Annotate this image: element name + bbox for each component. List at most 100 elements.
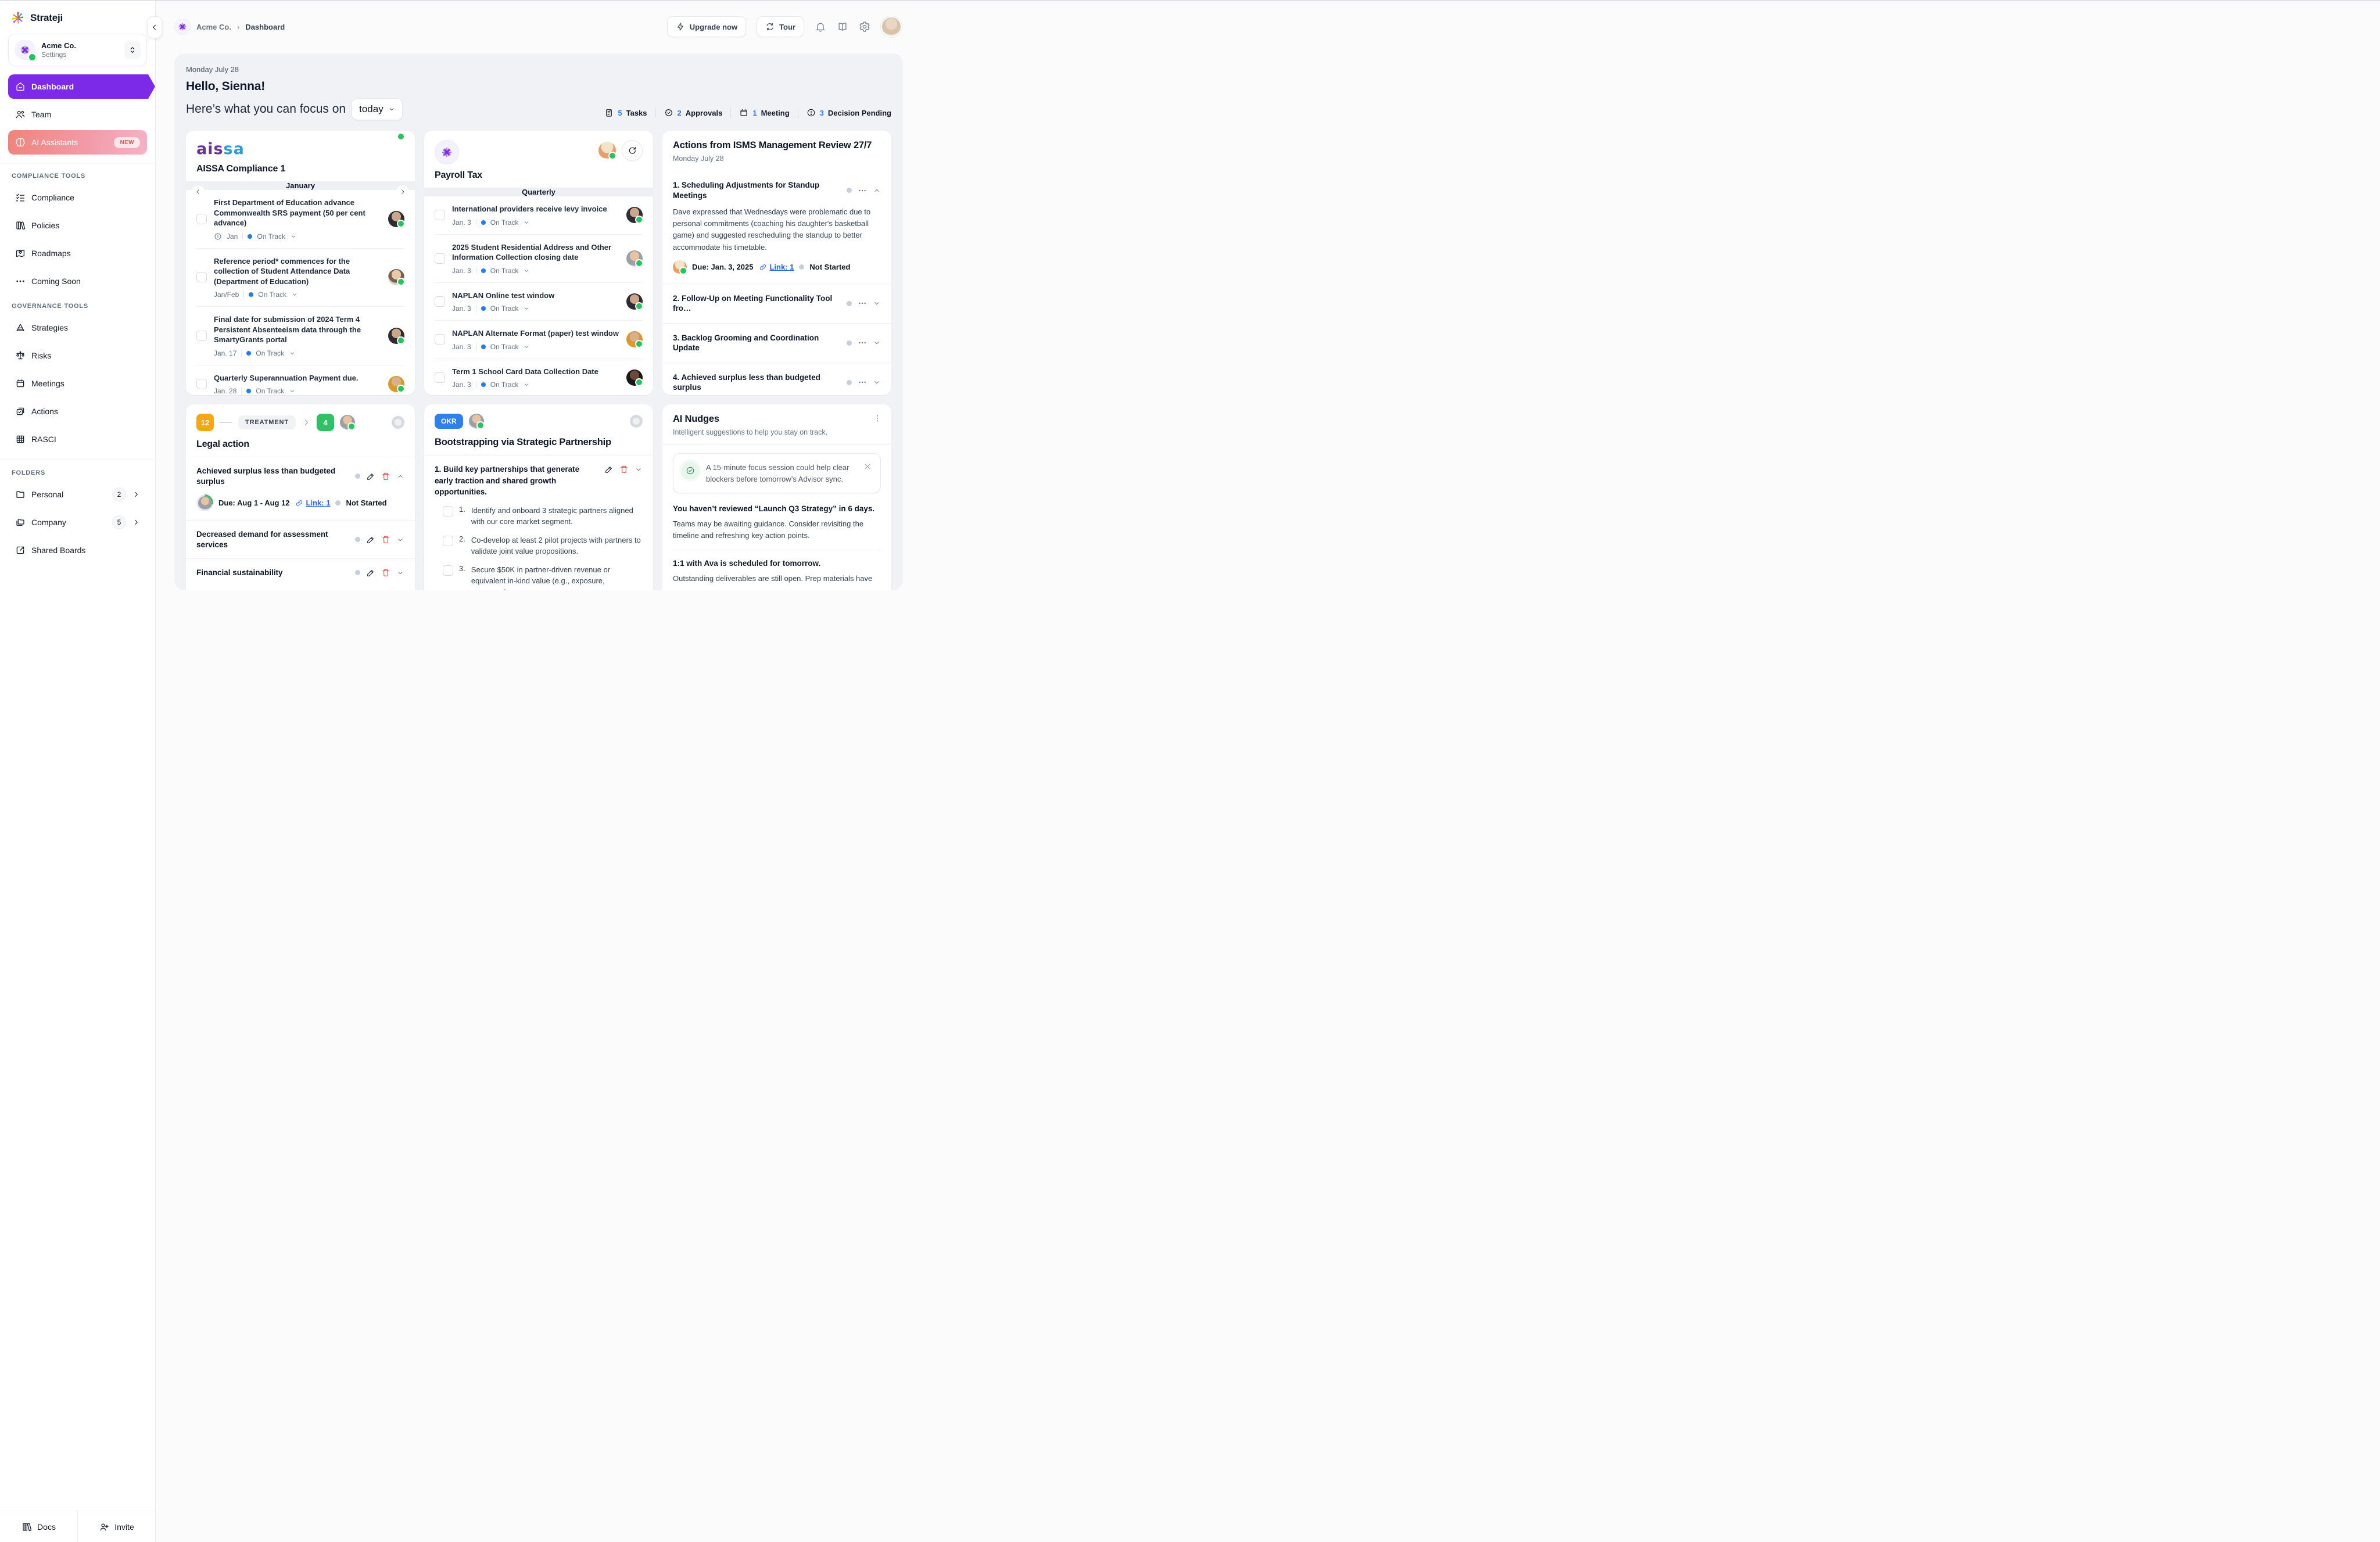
assignee-avatar[interactable] (388, 328, 404, 344)
more-options-icon[interactable] (858, 338, 867, 347)
expand-chevron-icon[interactable] (396, 536, 404, 544)
delete-trash-icon[interactable] (381, 568, 390, 578)
task-title[interactable]: International providers receive levy inv… (452, 204, 619, 214)
assignee-avatar[interactable] (626, 331, 643, 347)
assignee-avatar[interactable] (626, 250, 643, 267)
delete-trash-icon[interactable] (381, 535, 390, 544)
breadcrumb-root[interactable]: Acme Co. (196, 23, 231, 31)
notifications-bell-icon[interactable] (815, 21, 826, 33)
collapse-chevron-icon[interactable] (873, 187, 881, 195)
card-owner-avatar[interactable] (598, 142, 616, 159)
task-checkbox[interactable] (196, 272, 207, 282)
sidebar-item-coming-soon[interactable]: Coming Soon (8, 269, 147, 293)
stat-meetings[interactable]: 1 Meeting (739, 108, 789, 117)
expand-chevron-icon[interactable] (635, 465, 643, 474)
risk-title[interactable]: Decreased demand for assessment services (196, 529, 350, 550)
task-checkbox[interactable] (435, 253, 445, 264)
sidebar-folder-company[interactable]: Company 5 (8, 510, 147, 535)
chevron-down-icon[interactable] (523, 267, 530, 274)
chevron-down-icon[interactable] (523, 381, 530, 388)
knowledge-book-icon[interactable] (837, 21, 848, 33)
sidebar-folder-personal[interactable]: Personal 2 (8, 482, 147, 507)
refresh-button[interactable] (622, 140, 643, 161)
expand-chevron-icon[interactable] (873, 378, 881, 386)
task-checkbox[interactable] (435, 210, 445, 220)
task-title[interactable]: Term 1 School Card Data Collection Date (452, 367, 619, 377)
expand-chevron-icon[interactable] (873, 299, 881, 307)
sidebar-item-ai-assistants[interactable]: AI Assistants NEW (8, 130, 147, 155)
close-icon[interactable] (863, 462, 872, 471)
action-title[interactable]: Achieved surplus less than budgeted surp… (673, 373, 820, 392)
upgrade-button[interactable]: Upgrade now (667, 16, 746, 37)
kr-checkbox[interactable] (443, 506, 453, 517)
more-options-icon[interactable] (858, 378, 867, 387)
sidebar-collapse-button[interactable] (147, 16, 162, 38)
delete-trash-icon[interactable] (619, 465, 629, 474)
assignee-avatar[interactable] (388, 211, 404, 227)
settings-gear-icon[interactable] (859, 21, 870, 33)
tour-button[interactable]: Tour (757, 16, 804, 37)
owner-avatar[interactable] (340, 415, 355, 430)
task-title[interactable]: 2025 Student Residential Address and Oth… (452, 242, 619, 263)
chevron-down-icon[interactable] (289, 388, 296, 395)
edit-pencil-icon[interactable] (604, 465, 614, 474)
task-title[interactable]: NAPLAN Online test window (452, 291, 619, 301)
more-options-icon[interactable] (858, 186, 867, 195)
expand-chevron-icon[interactable] (396, 569, 404, 577)
chevron-down-icon[interactable] (523, 343, 530, 350)
task-checkbox[interactable] (196, 331, 207, 341)
link-button[interactable]: Link: 1 (295, 499, 331, 507)
sidebar-item-strategies[interactable]: Strategies (8, 315, 147, 340)
action-title[interactable]: Follow-Up on Meeting Functionality Tool … (673, 294, 832, 313)
sidebar-item-compliance[interactable]: Compliance (8, 185, 147, 210)
assignee-avatar[interactable] (626, 293, 643, 310)
link-button[interactable]: Link: 1 (759, 263, 794, 271)
chevron-down-icon[interactable] (523, 305, 530, 312)
sidebar-item-risks[interactable]: Risks (8, 343, 147, 368)
task-title[interactable]: Final date for submission of 2024 Term 4… (214, 314, 381, 345)
next-month-button[interactable] (396, 185, 409, 198)
task-title[interactable]: Reference period* commences for the coll… (214, 256, 381, 287)
expand-chevron-icon[interactable] (873, 339, 881, 347)
chevron-right-icon[interactable] (132, 490, 140, 499)
chevron-down-icon[interactable] (523, 219, 530, 226)
assignee-avatar[interactable] (626, 370, 643, 386)
chevron-down-icon[interactable] (290, 233, 297, 240)
sidebar-item-roadmaps[interactable]: Roadmaps (8, 241, 147, 266)
invite-button[interactable]: Invite (77, 1511, 155, 1542)
task-title[interactable]: NAPLAN Alternate Format (paper) test win… (452, 328, 619, 339)
kr-text[interactable]: Co-develop at least 2 pilot projects wit… (471, 535, 643, 557)
user-avatar[interactable] (881, 16, 902, 37)
risk-status[interactable]: Not Started (346, 499, 386, 507)
sidebar-item-rasci[interactable]: RASCI (8, 427, 147, 451)
sidebar-item-meetings[interactable]: Meetings (8, 371, 147, 396)
card-radio[interactable] (392, 416, 404, 429)
task-checkbox[interactable] (435, 296, 445, 307)
stat-approvals[interactable]: 2 Approvals (664, 108, 723, 117)
card-radio[interactable] (630, 415, 643, 428)
sidebar-item-actions[interactable]: Actions (8, 399, 147, 424)
workspace-settings-link[interactable]: Settings (41, 51, 119, 59)
owner-avatar[interactable] (469, 414, 484, 429)
action-title[interactable]: Scheduling Adjustments for Standup Meeti… (673, 181, 819, 200)
task-checkbox[interactable] (435, 334, 445, 345)
kebab-menu-icon[interactable] (873, 414, 882, 423)
chevron-down-icon[interactable] (289, 350, 296, 357)
period-tab[interactable]: Quarterly (424, 188, 653, 196)
delete-trash-icon[interactable] (381, 472, 390, 481)
task-checkbox[interactable] (196, 379, 207, 389)
assignee-avatar[interactable] (673, 260, 687, 274)
edit-pencil-icon[interactable] (366, 568, 375, 578)
chevron-right-icon[interactable] (132, 518, 140, 526)
kr-checkbox[interactable] (443, 536, 453, 546)
chevron-down-icon[interactable] (291, 291, 298, 298)
objective-title[interactable]: Build key partnerships that generate ear… (435, 465, 579, 496)
edit-pencil-icon[interactable] (366, 535, 375, 544)
stat-decisions[interactable]: 3 Decision Pending (807, 108, 891, 117)
task-title[interactable]: First Department of Education advance Co… (214, 198, 381, 228)
sidebar-item-team[interactable]: Team (8, 102, 147, 127)
task-checkbox[interactable] (196, 214, 207, 224)
collapse-chevron-icon[interactable] (396, 472, 404, 480)
focus-range-select[interactable]: today (352, 98, 403, 120)
task-title[interactable]: Quarterly Superannuation Payment due. (214, 373, 381, 383)
